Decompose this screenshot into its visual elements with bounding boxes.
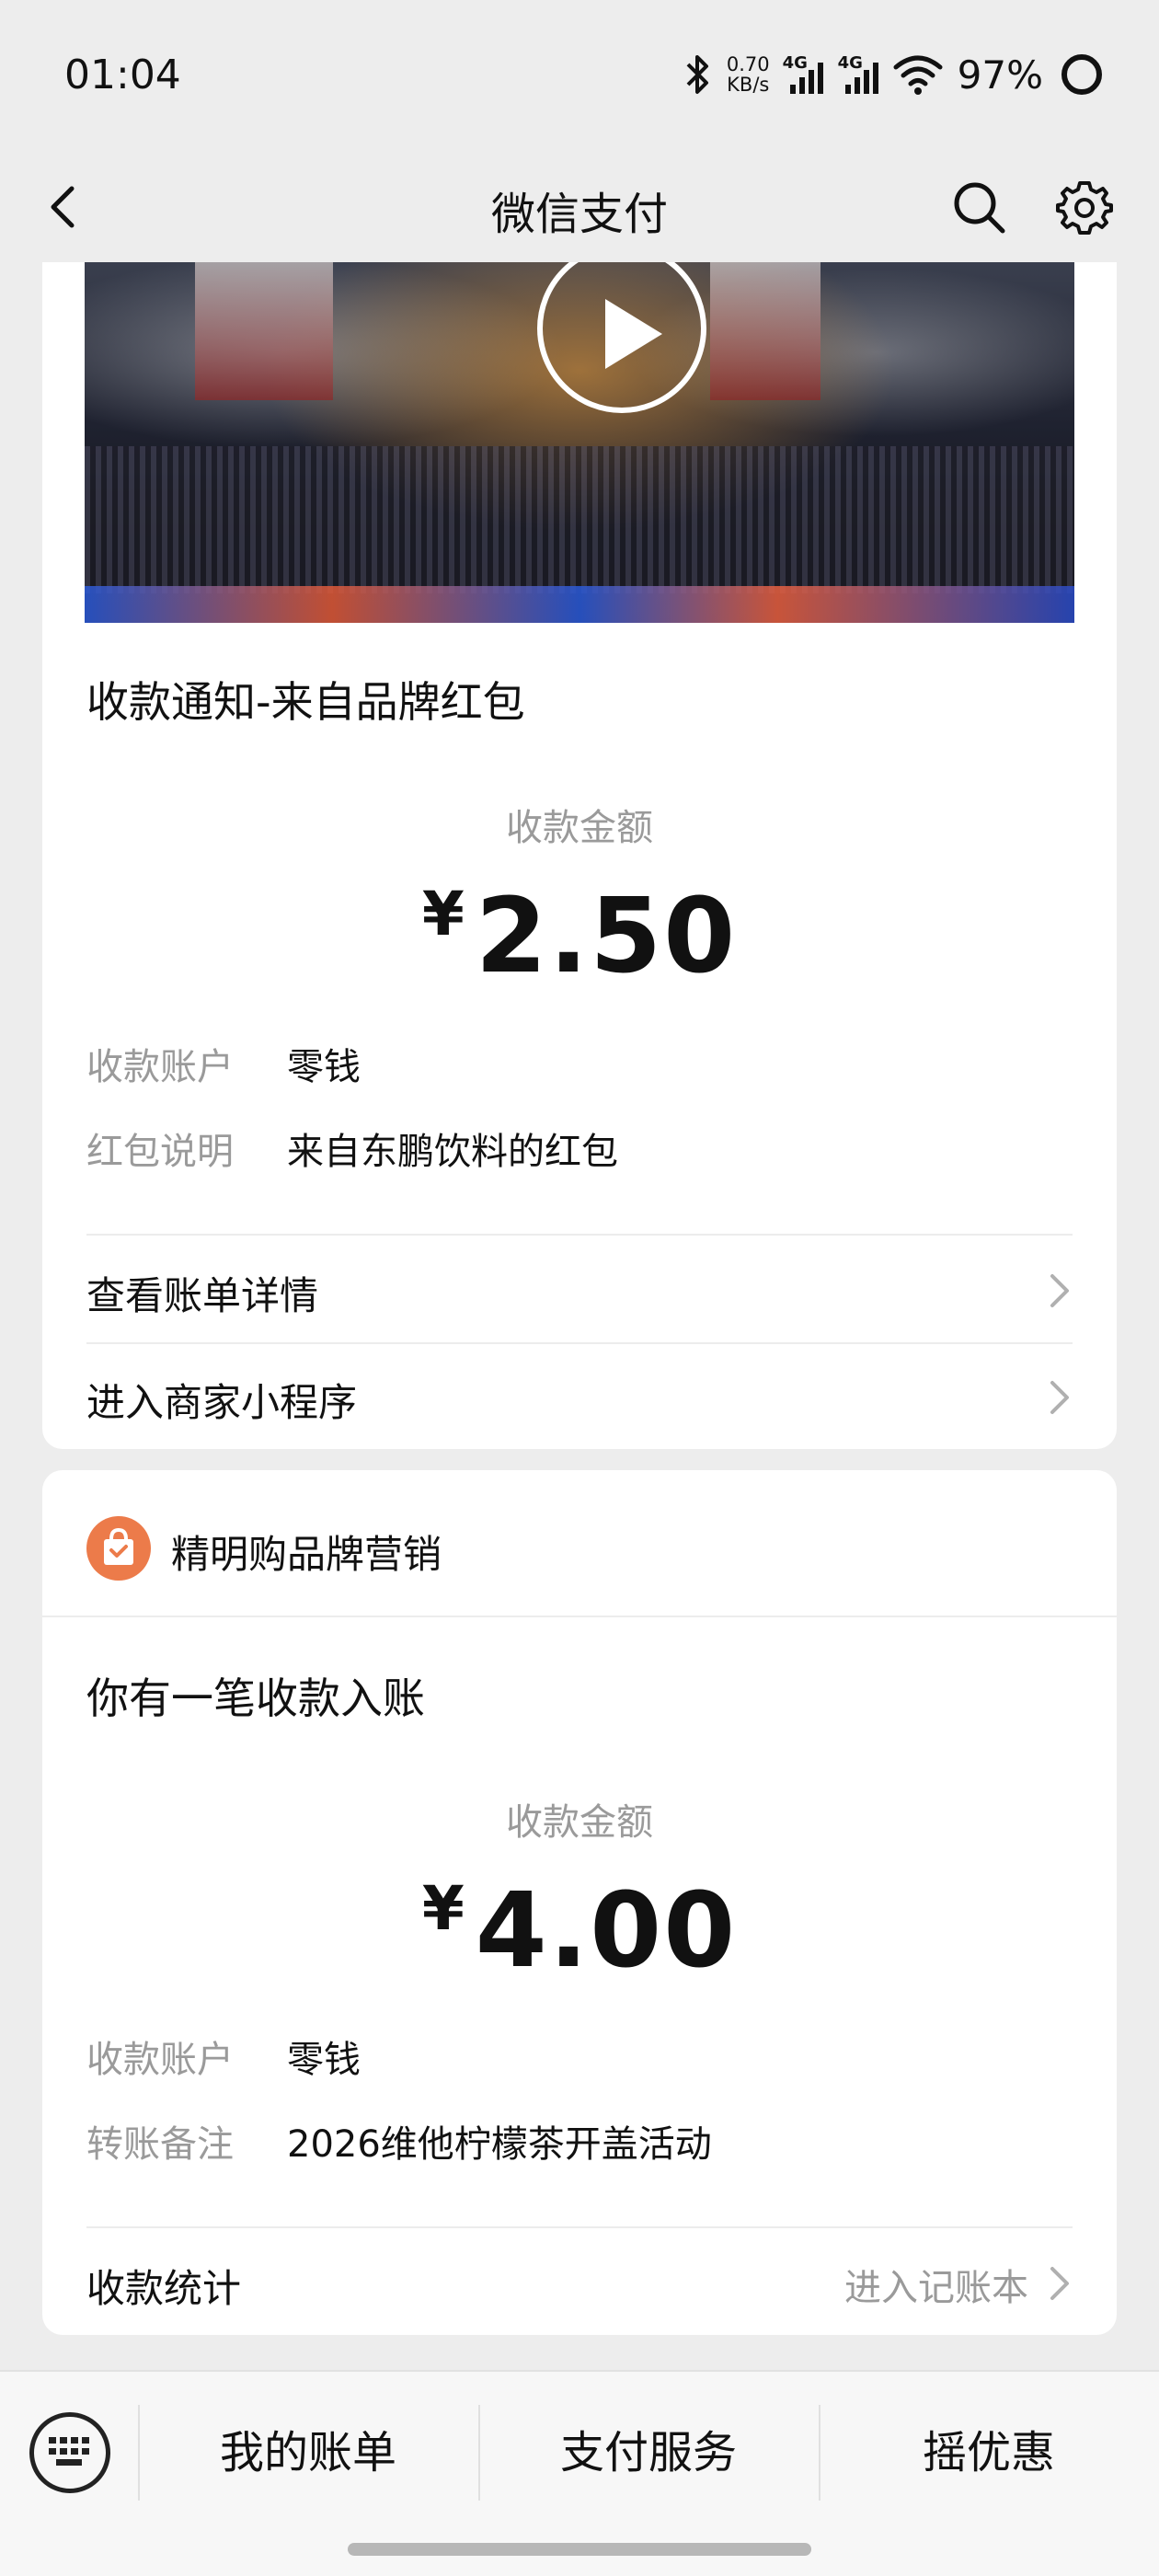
chevron-right-icon [1050, 1381, 1069, 1414]
red-packet-desc-label: 红包说明 [86, 1131, 234, 1173]
account-label: 收款账户 [86, 2039, 234, 2081]
status-icons: 0.70 KB/s 4G 4G 97% [681, 46, 1102, 103]
account-label: 收款账户 [86, 1046, 234, 1088]
transfer-note-label: 转账备注 [86, 2123, 234, 2166]
amount-value: 2.50 [475, 877, 738, 996]
status-time: 01:04 [64, 52, 181, 98]
open-ledger-link[interactable]: 进入记账本 [844, 2258, 1028, 2311]
network-speed-unit: KB/s [727, 74, 770, 96]
tab-my-bills[interactable]: 我的账单 [138, 2399, 478, 2506]
currency-symbol: ¥ [421, 879, 465, 949]
tab-shake-deals[interactable]: 摇优惠 [819, 2399, 1159, 2506]
settings-button[interactable] [1054, 178, 1115, 238]
amount-display: ¥2.50 [42, 877, 1117, 996]
wechat-pay-screen: 01:04 0.70 KB/s 4G 4G 97% 微信支付 收款通知-来自品牌… [0, 0, 1159, 2576]
tab-payment-services[interactable]: 支付服务 [478, 2399, 819, 2506]
brand-name: 精明购品牌营销 [171, 1532, 442, 1577]
notice-title: 收款通知-来自品牌红包 [86, 677, 525, 727]
amount-label: 收款金额 [506, 807, 653, 849]
video-thumbnail[interactable] [85, 262, 1074, 623]
payment-received-card: 精明购品牌营销 你有一笔收款入账 收款金额 ¥4.00 收款账户 零钱 转账备注… [42, 1470, 1117, 2335]
view-bill-details-link[interactable]: 查看账单详情 [42, 1236, 1117, 1342]
gear-icon [1056, 181, 1113, 235]
battery-percent: 97% [957, 52, 1043, 98]
amount-display: ¥4.00 [42, 1871, 1117, 1991]
play-button[interactable] [537, 262, 706, 413]
search-button[interactable] [949, 178, 1010, 238]
cellular-signal-2: 4G [838, 52, 880, 98]
account-value: 零钱 [287, 2039, 361, 2081]
payment-stats-label: 收款统计 [86, 2266, 242, 2311]
amount-value: 4.00 [475, 1871, 738, 1991]
search-icon [954, 182, 1005, 234]
network-speed-value: 0.70 [726, 53, 770, 75]
view-bill-details-label: 查看账单详情 [86, 1273, 319, 1318]
merchant-miniprogram-label: 进入商家小程序 [86, 1380, 358, 1425]
chevron-right-icon [1050, 1274, 1069, 1307]
play-icon [605, 299, 662, 369]
bluetooth-icon [686, 55, 708, 94]
brand-logo [86, 1516, 151, 1581]
keyboard-toggle-button[interactable] [29, 2412, 110, 2493]
wifi-icon [893, 55, 943, 95]
home-indicator[interactable] [348, 2543, 811, 2556]
network-speed: 0.70 KB/s [727, 54, 770, 95]
currency-symbol: ¥ [421, 1873, 465, 1944]
account-value: 零钱 [287, 1046, 361, 1088]
notice-title: 你有一笔收款入账 [86, 1673, 425, 1723]
chevron-right-icon [1050, 2267, 1069, 2300]
red-packet-notice-card: 收款通知-来自品牌红包 收款金额 ¥2.50 收款账户 零钱 红包说明 来自东鹏… [42, 262, 1117, 1449]
keyboard-icon [49, 2437, 89, 2466]
red-packet-desc-value: 来自东鹏饮料的红包 [287, 1131, 618, 1173]
battery-icon [1061, 54, 1102, 95]
amount-label: 收款金额 [506, 1801, 653, 1844]
status-bar: 01:04 0.70 KB/s 4G 4G 97% [0, 0, 1159, 152]
shopping-bag-icon [104, 1528, 133, 1565]
payment-stats-row[interactable]: 收款统计 进入记账本 [42, 2228, 1117, 2335]
transfer-note-value: 2026维他柠檬茶开盖活动 [287, 2123, 712, 2166]
bottom-menu-bar: 我的账单 支付服务 摇优惠 [0, 2370, 1159, 2576]
brand-header[interactable]: 精明购品牌营销 [42, 1470, 1117, 1617]
merchant-miniprogram-link[interactable]: 进入商家小程序 [42, 1342, 1117, 1449]
navigation-bar: 微信支付 [0, 152, 1159, 262]
cellular-signal-1: 4G [783, 52, 825, 98]
